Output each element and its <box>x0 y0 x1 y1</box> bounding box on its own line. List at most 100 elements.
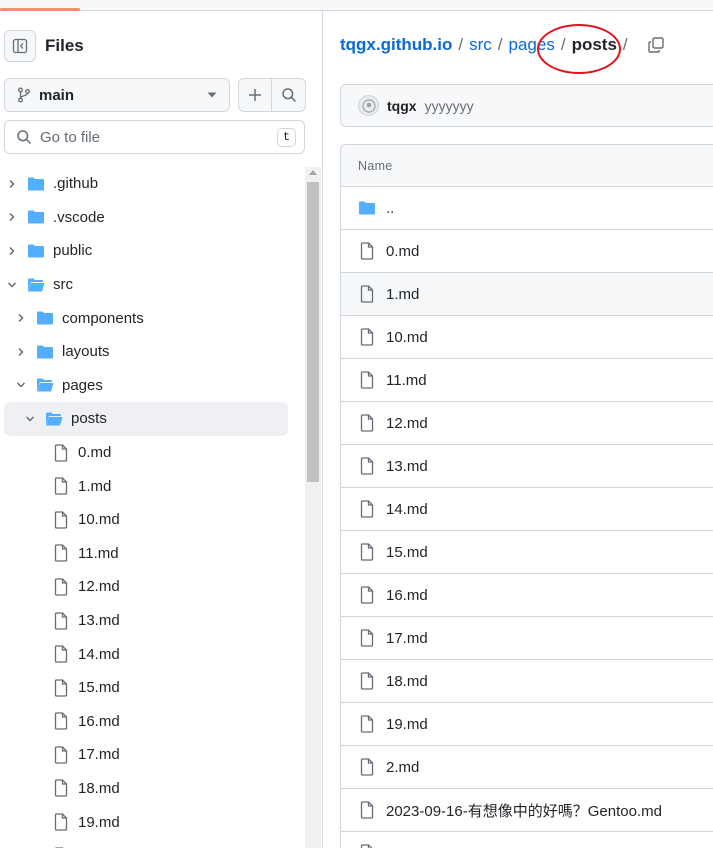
parent-directory-link[interactable]: .. <box>386 200 394 217</box>
file-link[interactable]: 16.md <box>386 587 428 604</box>
tree-folder-item[interactable]: posts <box>4 402 288 436</box>
tree-file-item[interactable]: 11.md <box>0 537 305 571</box>
table-row[interactable]: 17.md <box>341 617 713 660</box>
table-row[interactable]: 10.md <box>341 316 713 359</box>
tree-toggle[interactable] <box>5 177 19 191</box>
table-row[interactable]: 2.md <box>341 746 713 789</box>
tree-folder-item[interactable]: pages <box>0 369 305 403</box>
file-link[interactable]: 2023-09-16-有想像中的好嗎？Gentoo.md <box>386 800 662 821</box>
table-row[interactable]: 18.md <box>341 660 713 703</box>
chevron-right-icon[interactable] <box>6 178 18 190</box>
tree-file-item[interactable]: 15.md <box>0 671 305 705</box>
main-content: tqgx.github.io / src / pages / posts / t… <box>323 11 713 848</box>
branch-select-button[interactable]: main <box>4 78 230 112</box>
tree-file-item[interactable]: 0.md <box>0 436 305 470</box>
tree-item-label: src <box>53 276 73 294</box>
go-to-file-input[interactable] <box>40 128 277 146</box>
folder-icon <box>359 201 375 215</box>
chevron-down-icon[interactable] <box>6 279 18 291</box>
folder-open-icon <box>37 378 54 392</box>
table-row[interactable]: 2023-09-16-有想像中的好嗎？Gentoo.md <box>341 789 713 832</box>
copy-path-button[interactable] <box>646 35 666 55</box>
file-link[interactable]: 15.md <box>386 544 428 561</box>
tree-toggle[interactable] <box>5 278 19 292</box>
tree-toggle[interactable] <box>14 311 28 325</box>
file-link[interactable]: 12.md <box>386 415 428 432</box>
tree-toggle[interactable] <box>5 244 19 258</box>
latest-commit-bar: tqgx yyyyyyy <box>340 84 713 127</box>
chevron-right-icon[interactable] <box>6 211 18 223</box>
file-link[interactable]: 13.md <box>386 458 428 475</box>
tree-item-icon <box>27 208 45 226</box>
folder-icon <box>37 345 53 359</box>
tree-item-label: 15.md <box>78 679 120 697</box>
table-row[interactable]: 1.md <box>341 273 713 316</box>
tree-file-item[interactable]: 10.md <box>0 503 305 537</box>
file-icon <box>360 242 374 260</box>
row-icon <box>358 199 376 217</box>
file-link[interactable]: 14.md <box>386 501 428 518</box>
table-row[interactable]: 14.md <box>341 488 713 531</box>
chevron-right-icon[interactable] <box>15 312 27 324</box>
file-link[interactable]: 2.md <box>386 759 419 776</box>
table-row[interactable]: 0.md <box>341 230 713 273</box>
tree-item-label: layouts <box>62 343 110 361</box>
breadcrumb-repo-link[interactable]: tqgx.github.io <box>340 35 452 55</box>
tree-folder-item[interactable]: layouts <box>0 335 305 369</box>
tree-folder-item[interactable]: .github <box>0 167 305 201</box>
tree-toggle[interactable] <box>14 345 28 359</box>
commit-author[interactable]: tqgx <box>387 98 417 114</box>
tree-toggle[interactable] <box>5 210 19 224</box>
collapse-sidebar-button[interactable] <box>4 30 36 62</box>
table-row[interactable]: .. <box>341 187 713 230</box>
chevron-down-icon[interactable] <box>24 413 36 425</box>
file-link[interactable]: 0.md <box>386 243 419 260</box>
table-row[interactable] <box>341 832 713 848</box>
tree-file-item[interactable]: 16.md <box>0 705 305 739</box>
tree-folder-item[interactable]: .vscode <box>0 201 305 235</box>
tree-file-item[interactable]: 18.md <box>0 772 305 806</box>
file-link[interactable]: 19.md <box>386 716 428 733</box>
tree-file-item[interactable]: 13.md <box>0 604 305 638</box>
table-row[interactable]: 12.md <box>341 402 713 445</box>
tree-item-label: public <box>53 242 93 260</box>
add-file-button[interactable] <box>238 78 272 112</box>
go-to-file-field[interactable]: t <box>4 120 305 154</box>
file-link[interactable]: 1.md <box>386 286 419 303</box>
tree-item-icon <box>27 276 45 294</box>
table-row[interactable]: 13.md <box>341 445 713 488</box>
file-icon <box>360 586 374 604</box>
chevron-right-icon[interactable] <box>15 346 27 358</box>
tree-folder-item[interactable]: public <box>0 234 305 268</box>
table-row[interactable]: 16.md <box>341 574 713 617</box>
tree-file-item[interactable]: 19.md <box>0 805 305 839</box>
table-row[interactable]: 15.md <box>341 531 713 574</box>
tree-folder-item[interactable]: src <box>0 268 305 302</box>
tree-folder-item[interactable]: components <box>0 301 305 335</box>
scroll-thumb[interactable] <box>307 182 319 482</box>
tree-file-item[interactable]: 14.md <box>0 637 305 671</box>
tree-file-item[interactable]: 1.md <box>0 469 305 503</box>
tree-toggle[interactable] <box>23 412 37 426</box>
sidebar-scrollbar[interactable] <box>305 167 321 848</box>
table-row[interactable]: 11.md <box>341 359 713 402</box>
row-icon <box>358 629 376 647</box>
scroll-up-arrow[interactable] <box>309 170 317 175</box>
file-link[interactable]: 10.md <box>386 329 428 346</box>
row-icon <box>358 457 376 475</box>
file-link[interactable]: 17.md <box>386 630 428 647</box>
chevron-down-icon[interactable] <box>15 379 27 391</box>
search-code-button[interactable] <box>272 78 306 112</box>
file-link[interactable]: 11.md <box>386 372 427 389</box>
tree-toggle[interactable] <box>14 378 28 392</box>
chevron-right-icon[interactable] <box>6 245 18 257</box>
tree-file-item[interactable] <box>0 839 305 848</box>
tree-file-item[interactable]: 12.md <box>0 570 305 604</box>
file-link[interactable]: 18.md <box>386 673 428 690</box>
tree-file-item[interactable]: 17.md <box>0 738 305 772</box>
breadcrumb-link-src[interactable]: src <box>469 35 492 55</box>
table-row[interactable]: 19.md <box>341 703 713 746</box>
avatar[interactable] <box>358 95 379 116</box>
commit-message[interactable]: yyyyyyy <box>425 98 474 114</box>
file-icon <box>54 679 68 697</box>
